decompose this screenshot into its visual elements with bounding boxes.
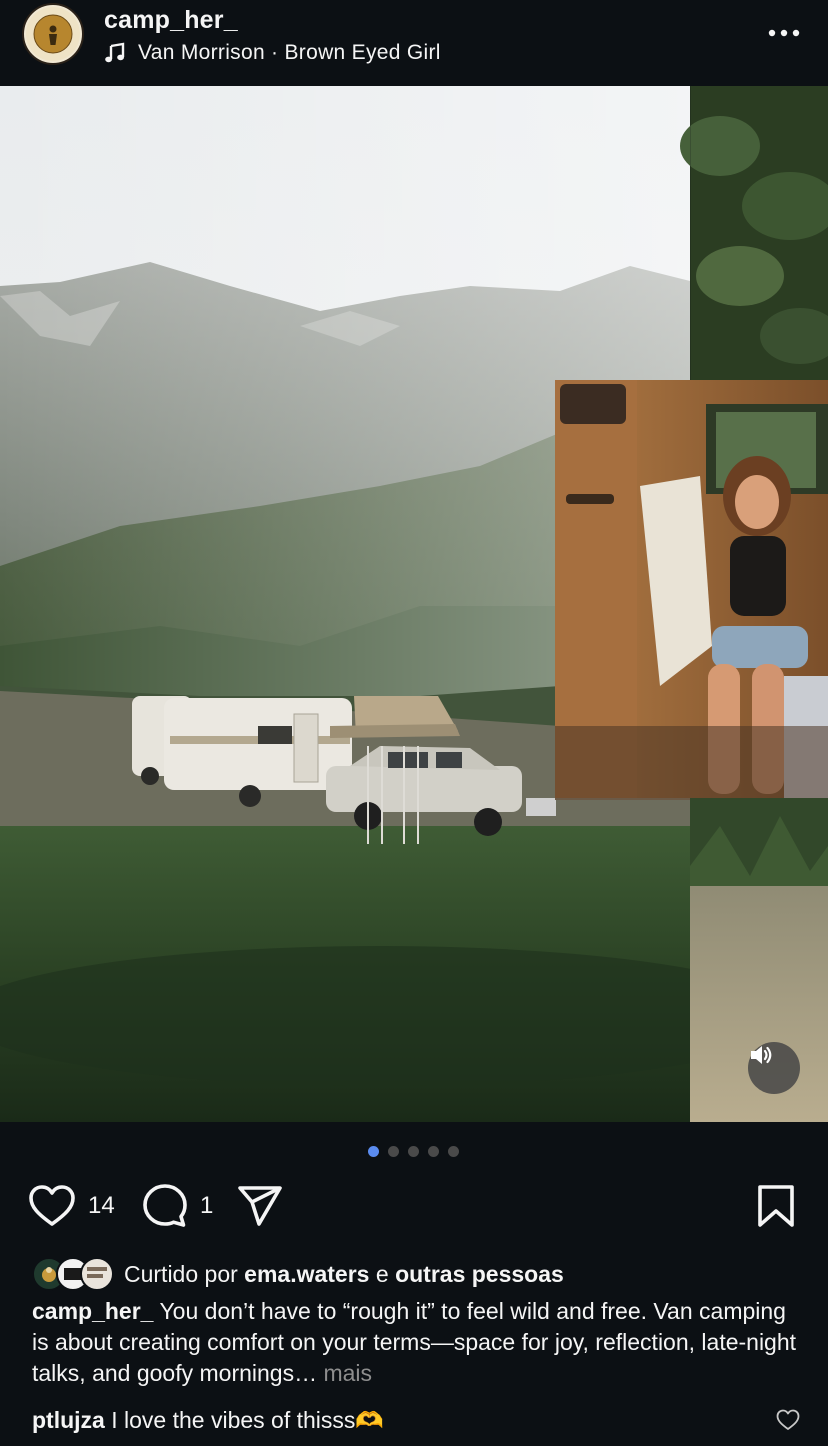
post-media-carousel[interactable] bbox=[0, 86, 828, 1122]
speaker-icon bbox=[751, 1046, 772, 1064]
liker-avatars bbox=[32, 1257, 114, 1291]
like-button[interactable]: 14 bbox=[28, 1180, 115, 1232]
carousel-dot bbox=[388, 1146, 399, 1157]
bookmark-icon bbox=[758, 1185, 794, 1227]
comment-username[interactable]: ptlujza bbox=[32, 1407, 105, 1433]
post-caption: camp_her_ You don’t have to “rough it” t… bbox=[32, 1296, 802, 1389]
save-button[interactable] bbox=[756, 1180, 796, 1232]
liked-by-user[interactable]: ema.waters bbox=[244, 1261, 369, 1287]
carousel-indicator bbox=[368, 1146, 468, 1158]
carousel-dot bbox=[448, 1146, 459, 1157]
music-note-icon bbox=[105, 42, 125, 63]
profile-avatar[interactable] bbox=[22, 3, 84, 65]
liked-by-others[interactable]: outras pessoas bbox=[395, 1261, 564, 1287]
share-button[interactable] bbox=[236, 1180, 284, 1232]
more-horizontal-icon[interactable] bbox=[764, 20, 804, 46]
paper-plane-icon bbox=[238, 1186, 282, 1226]
post-image bbox=[0, 86, 828, 1122]
liked-by-joiner: e bbox=[375, 1260, 389, 1287]
like-count[interactable]: 14 bbox=[88, 1192, 115, 1220]
post-username[interactable]: camp_her_ bbox=[104, 6, 238, 35]
music-track: Van Morrison · Brown Eyed Girl bbox=[138, 41, 441, 64]
comment-like-heart-icon[interactable] bbox=[776, 1408, 800, 1432]
post-header: camp_her_ Van Morrison · Brown Eyed Girl bbox=[0, 0, 828, 86]
caption-more-link[interactable]: mais bbox=[323, 1360, 372, 1386]
carousel-dot-active bbox=[368, 1146, 379, 1157]
carousel-dot bbox=[408, 1146, 419, 1157]
caption-username[interactable]: camp_her_ bbox=[32, 1298, 153, 1324]
liked-by-text: Curtido por ema.waters e outras pessoas bbox=[124, 1261, 564, 1288]
liked-by-row[interactable]: Curtido por ema.waters e outras pessoas bbox=[32, 1256, 564, 1292]
comment-text: I love the vibes of thisss🫶 bbox=[111, 1407, 385, 1433]
camp-her-logo bbox=[26, 7, 80, 61]
liker-avatar bbox=[80, 1257, 114, 1291]
music-row[interactable]: Van Morrison · Brown Eyed Girl bbox=[104, 40, 441, 66]
comment-preview[interactable]: ptlujza I love the vibes of thisss🫶 bbox=[32, 1404, 812, 1436]
comment-bubble-icon bbox=[143, 1184, 187, 1227]
comment-count[interactable]: 1 bbox=[200, 1192, 213, 1220]
post-actions: 14 1 bbox=[0, 1180, 828, 1232]
liked-by-prefix: Curtido por bbox=[124, 1260, 238, 1287]
comment-button[interactable]: 1 bbox=[142, 1180, 213, 1232]
sound-toggle-button[interactable] bbox=[748, 1042, 800, 1094]
heart-icon bbox=[29, 1185, 75, 1226]
carousel-dot bbox=[428, 1146, 439, 1157]
